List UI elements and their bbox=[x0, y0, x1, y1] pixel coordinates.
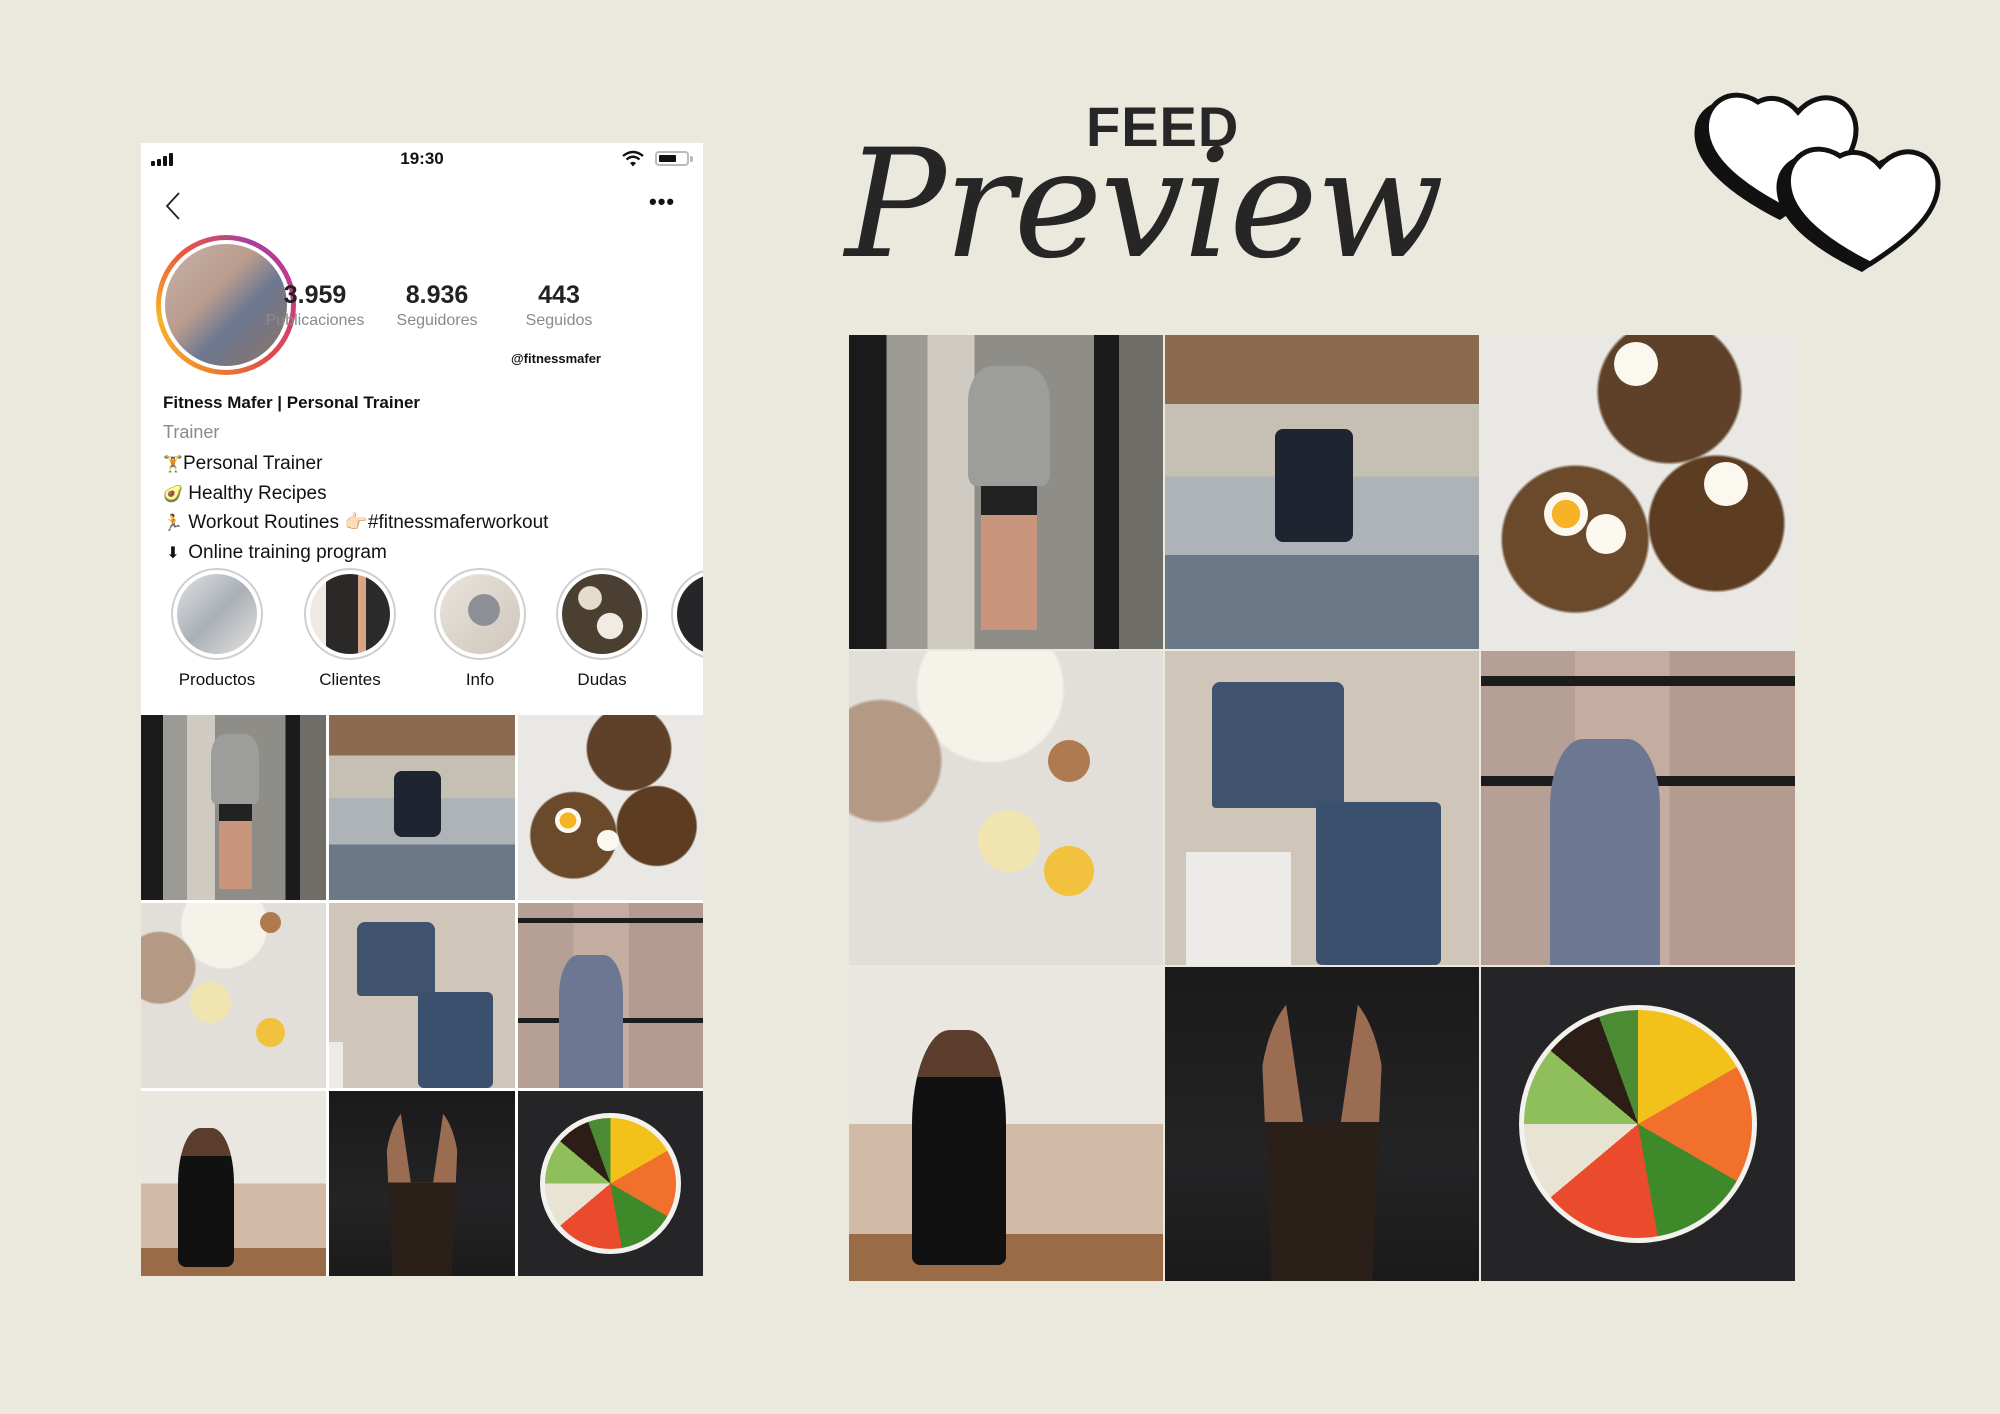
post-thumbnail[interactable] bbox=[329, 715, 515, 900]
highlight-cover bbox=[677, 574, 703, 654]
bio-text: Online training program bbox=[188, 541, 387, 563]
highlight-label: Productos bbox=[178, 670, 256, 689]
profile-post-grid bbox=[141, 715, 703, 1276]
post-thumbnail[interactable] bbox=[518, 903, 703, 1088]
highlight-label: Info bbox=[465, 670, 495, 689]
stat-followers[interactable]: 8.936 Seguidores bbox=[377, 281, 497, 330]
two-hearts-icon bbox=[1694, 92, 1941, 272]
feed-post[interactable] bbox=[849, 651, 1163, 965]
feed-post[interactable] bbox=[1481, 967, 1795, 1281]
post-thumbnail[interactable] bbox=[518, 1091, 703, 1276]
runner-icon: 🏃 bbox=[163, 515, 183, 532]
feed-preview-grid bbox=[849, 335, 1795, 1281]
wifi-icon bbox=[622, 150, 644, 167]
arrow-down-icon: ⬇ bbox=[166, 544, 180, 562]
story-highlights: Productos Clientes Info Dudas bbox=[141, 568, 703, 690]
feed-post[interactable] bbox=[849, 335, 1163, 649]
battery-level bbox=[659, 155, 676, 162]
feed-post[interactable] bbox=[849, 967, 1163, 1281]
stat-posts[interactable]: 3.959 Publicaciones bbox=[255, 281, 375, 330]
highlight-cover bbox=[310, 574, 390, 654]
post-thumbnail[interactable] bbox=[518, 715, 703, 900]
post-thumbnail[interactable] bbox=[141, 715, 326, 900]
highlight-cover bbox=[177, 574, 257, 654]
weightlifter-icon: 🏋 bbox=[163, 456, 183, 473]
preview-heading: Preview bbox=[845, 118, 1444, 292]
bio-line: 🏃 Workout Routines 👉🏻#fitnessmaferworkou… bbox=[163, 509, 548, 539]
instagram-profile-mockup: 19:30 ••• 3.959 Publicaciones 8.936 Segu… bbox=[141, 143, 703, 1276]
status-bar: 19:30 bbox=[141, 143, 703, 175]
highlight-partial[interactable] bbox=[667, 568, 703, 670]
status-time: 19:30 bbox=[400, 149, 444, 168]
feed-post[interactable] bbox=[1481, 651, 1795, 965]
highlight-label: Clientes bbox=[319, 670, 381, 689]
post-thumbnail[interactable] bbox=[141, 1091, 326, 1276]
highlight-productos[interactable]: Productos bbox=[167, 568, 267, 690]
bio-text: Healthy Recipes bbox=[188, 482, 327, 504]
bio-line: ⬇ Online training program bbox=[163, 539, 548, 569]
stat-value: 443 bbox=[538, 281, 580, 309]
highlight-cover bbox=[562, 574, 642, 654]
feed-post[interactable] bbox=[1165, 967, 1479, 1281]
post-thumbnail[interactable] bbox=[329, 1091, 515, 1276]
stat-value: 8.936 bbox=[405, 281, 469, 309]
stat-label: Publicaciones bbox=[265, 312, 365, 329]
post-thumbnail[interactable] bbox=[141, 903, 326, 1088]
highlight-clientes[interactable]: Clientes bbox=[300, 568, 400, 690]
bio-text: Personal Trainer bbox=[183, 453, 323, 474]
stat-label: Seguidos bbox=[525, 312, 593, 329]
highlight-dudas[interactable]: Dudas bbox=[552, 568, 652, 690]
feed-post[interactable] bbox=[1481, 335, 1795, 649]
stat-label: Seguidores bbox=[396, 312, 478, 329]
stat-value: 3.959 bbox=[283, 281, 347, 309]
bio-text[interactable]: Workout Routines 👉🏻#fitnessmaferworkout bbox=[188, 512, 548, 533]
battery-icon bbox=[655, 151, 693, 166]
bio-line: 🥑 Healthy Recipes bbox=[163, 480, 548, 510]
stat-following[interactable]: 443 Seguidos bbox=[499, 281, 619, 330]
highlight-cover bbox=[440, 574, 520, 654]
post-thumbnail[interactable] bbox=[329, 903, 515, 1088]
ellipsis-icon[interactable]: ••• bbox=[649, 191, 675, 213]
food-icon: 🥑 bbox=[163, 485, 183, 503]
highlight-label: Dudas bbox=[577, 670, 627, 689]
profile-category: Trainer bbox=[163, 422, 220, 442]
highlight-info[interactable]: Info bbox=[430, 568, 530, 690]
profile-name: Fitness Mafer | Personal Trainer bbox=[163, 393, 421, 412]
feed-post[interactable] bbox=[1165, 335, 1479, 649]
profile-handle: @fitnessmafer bbox=[511, 351, 601, 366]
bio-line: 🏋Personal Trainer bbox=[163, 450, 548, 480]
feed-post[interactable] bbox=[1165, 651, 1479, 965]
chevron-left-icon[interactable] bbox=[163, 191, 185, 221]
profile-bio: 🏋Personal Trainer 🥑 Healthy Recipes 🏃 Wo… bbox=[163, 450, 548, 568]
